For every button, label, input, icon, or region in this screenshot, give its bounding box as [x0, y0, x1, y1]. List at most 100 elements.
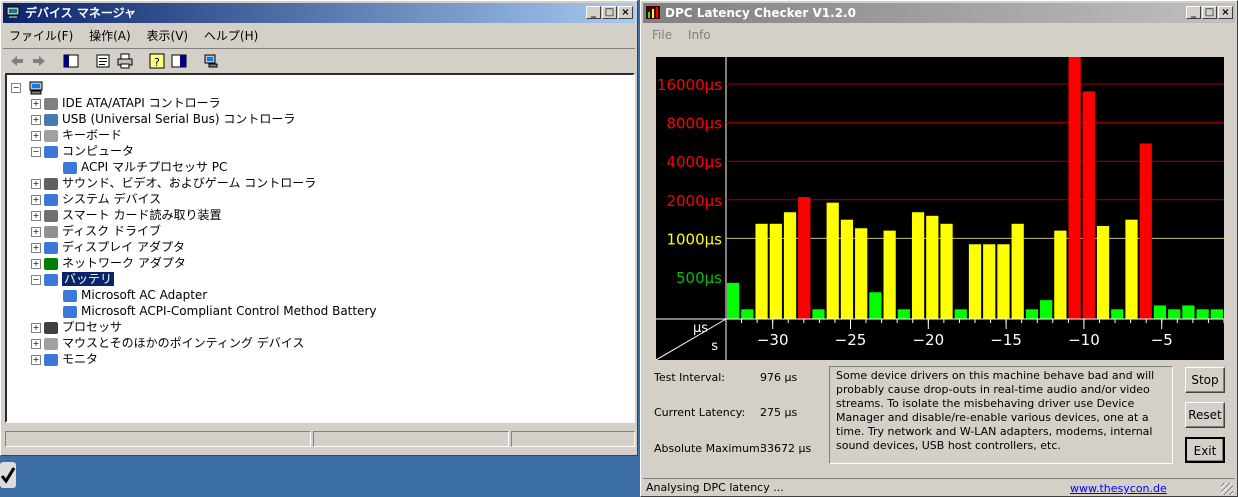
latency-bar	[940, 223, 953, 319]
tree-item-label: スマート カード読み取り装置	[62, 208, 222, 222]
tree-root[interactable]: −	[11, 79, 44, 95]
expand-toggle[interactable]: +	[31, 130, 41, 141]
menu-file[interactable]: File	[643, 25, 678, 45]
device-category-icon	[63, 305, 77, 318]
current-latency-label: Current Latency:	[654, 406, 746, 419]
collapse-toggle[interactable]: −	[11, 82, 21, 93]
desktop-app-icon[interactable]	[0, 462, 16, 488]
view-icon[interactable]	[171, 53, 187, 69]
expand-toggle[interactable]: +	[31, 210, 41, 221]
latency-bar	[1182, 305, 1195, 319]
tree-item[interactable]: + マウスとそのほかのポインティング デバイス	[31, 335, 304, 351]
close-button[interactable]: ×	[618, 6, 633, 19]
tree-item-label: モニタ	[62, 352, 99, 366]
tree-item-label: システム デバイス	[62, 192, 162, 206]
resize-grip[interactable]	[1221, 483, 1233, 495]
latency-bar	[1210, 309, 1223, 319]
tree-item[interactable]: + ネットワーク アダプタ	[31, 255, 186, 271]
y-unit-label: µs	[693, 321, 708, 336]
tree-item-label: ネットワーク アダプタ	[62, 256, 186, 270]
dpc-close-button[interactable]: ×	[1218, 6, 1233, 19]
latency-bar	[1011, 223, 1024, 319]
latency-bar	[812, 309, 825, 319]
minimize-button[interactable]: _	[586, 6, 601, 19]
expand-toggle[interactable]: +	[31, 178, 41, 189]
tree-item-label: ディスプレイ アダプタ	[62, 240, 185, 254]
maximize-button[interactable]: □	[602, 6, 617, 19]
dpc-maximize-button[interactable]: □	[1202, 6, 1217, 19]
device-category-icon	[63, 161, 77, 174]
device-manager-title: デバイス マネージャ	[25, 6, 136, 20]
vendor-link[interactable]: www.thesycon.de	[1070, 482, 1167, 495]
tree-item[interactable]: + スマート カード読み取り装置	[31, 207, 221, 223]
collapse-toggle[interactable]: −	[31, 146, 41, 157]
tree-item[interactable]: ACPI マルチプロセッサ PC	[63, 159, 227, 175]
dpc-titlebar[interactable]: DPC Latency Checker V1.2.0 _ □ ×	[643, 3, 1235, 23]
console-tree-icon[interactable]	[63, 53, 79, 69]
tree-item-label: Microsoft AC Adapter	[81, 288, 208, 302]
tree-item[interactable]: + キーボード	[31, 127, 122, 143]
properties-icon[interactable]	[95, 53, 111, 69]
print-icon[interactable]	[117, 53, 133, 69]
tree-item[interactable]: + サウンド、ビデオ、およびゲーム コントローラ	[31, 175, 316, 191]
status-cell-1	[5, 431, 311, 447]
help-icon[interactable]: ?	[149, 53, 165, 69]
collapse-toggle[interactable]: −	[31, 274, 41, 285]
menu-file[interactable]: ファイル(F)	[3, 26, 79, 46]
expand-toggle[interactable]: +	[31, 226, 41, 237]
tree-item-label: コンピュータ	[62, 144, 135, 158]
tree-item[interactable]: + システム デバイス	[31, 191, 161, 207]
tree-item[interactable]: + プロセッサ	[31, 319, 122, 335]
latency-bar	[855, 228, 868, 319]
expand-toggle[interactable]: +	[31, 194, 41, 205]
device-tree[interactable]: − + IDE ATA/ATAPI コントローラ + USB (Universal S…	[5, 73, 635, 423]
menu-help[interactable]: ヘルプ(H)	[198, 26, 264, 46]
tree-item[interactable]: + ディスプレイ アダプタ	[31, 239, 185, 255]
tree-item[interactable]: Microsoft AC Adapter	[63, 287, 207, 303]
device-manager-titlebar[interactable]: デバイス マネージャ _ □ ×	[3, 3, 635, 23]
tree-item-label: バッテリ	[62, 272, 115, 286]
x-tick-label: −25	[835, 331, 867, 349]
dpc-minimize-button[interactable]: _	[1186, 6, 1201, 19]
latency-bar	[1125, 219, 1138, 319]
latency-bar	[1025, 309, 1039, 319]
device-category-icon	[44, 225, 58, 238]
expand-toggle[interactable]: +	[31, 322, 41, 333]
tree-item[interactable]: − コンピュータ	[31, 143, 134, 159]
latency-bar	[1153, 305, 1167, 319]
expand-toggle[interactable]: +	[31, 114, 41, 125]
expand-toggle[interactable]: +	[31, 242, 41, 253]
current-latency-value: 275 µs	[760, 406, 798, 419]
stop-button[interactable]: Stop	[1185, 367, 1225, 393]
forward-arrow-icon[interactable]	[31, 54, 47, 68]
reset-button[interactable]: Reset	[1185, 402, 1225, 428]
device-category-icon	[44, 177, 58, 190]
expand-toggle[interactable]: +	[31, 338, 41, 349]
device-category-icon	[44, 353, 58, 366]
device-category-icon	[44, 97, 58, 110]
tree-item[interactable]: Microsoft ACPI-Compliant Control Method …	[63, 303, 377, 319]
tree-item[interactable]: + IDE ATA/ATAPI コントローラ	[31, 95, 221, 111]
back-arrow-icon[interactable]	[9, 54, 25, 68]
expand-toggle[interactable]: +	[31, 98, 41, 109]
device-category-icon	[44, 145, 58, 158]
exit-button[interactable]: Exit	[1185, 437, 1225, 463]
dpc-app-icon	[646, 6, 660, 19]
menu-info[interactable]: Info	[682, 25, 717, 45]
latency-bar	[911, 212, 925, 319]
tree-item[interactable]: − バッテリ	[31, 271, 115, 287]
device-category-icon	[44, 257, 58, 270]
expand-toggle[interactable]: +	[31, 258, 41, 269]
latency-chart: 500µs 1000µs 2000µs 4000µs 8000µs 16000µs −30 −…	[655, 57, 1225, 361]
y-tick-label: 16000µs	[657, 76, 722, 94]
expand-toggle[interactable]: +	[31, 354, 41, 365]
latency-bar	[983, 244, 996, 319]
tree-item[interactable]: + ディスク ドライブ	[31, 223, 161, 239]
tree-item[interactable]: + モニタ	[31, 351, 98, 367]
latency-bar	[1040, 300, 1053, 319]
menu-view[interactable]: 表示(V)	[141, 26, 195, 46]
absolute-maximum-label: Absolute Maximum:	[654, 442, 764, 455]
scan-hardware-icon[interactable]	[203, 53, 219, 69]
tree-item[interactable]: + USB (Universal Serial Bus) コントローラ	[31, 111, 295, 127]
menu-action[interactable]: 操作(A)	[83, 26, 137, 46]
